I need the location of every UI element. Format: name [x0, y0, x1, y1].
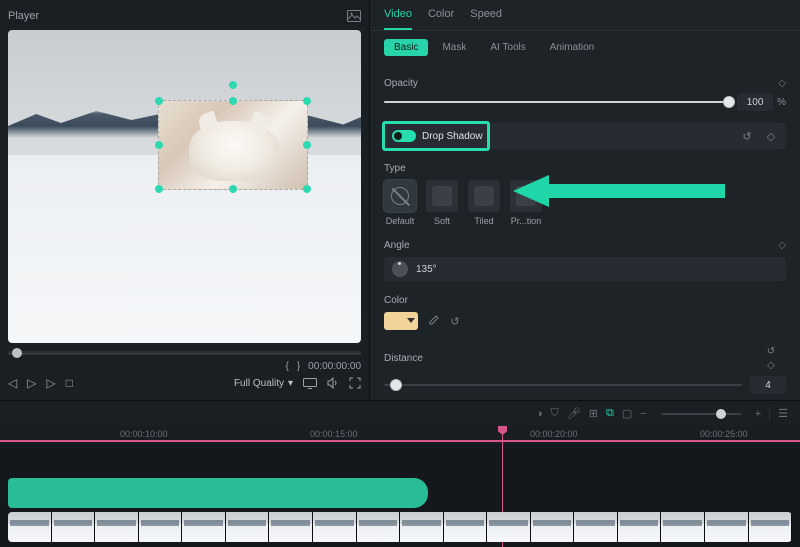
tab-video[interactable]: Video — [384, 8, 412, 30]
tick-label: 00:00:25:00 — [700, 429, 748, 439]
shadow-color-swatch[interactable] — [384, 312, 418, 330]
shield-icon[interactable]: ⛉ — [551, 407, 559, 420]
clip-selection[interactable] — [158, 100, 308, 190]
distance-value[interactable]: 4 — [750, 376, 786, 394]
keyframe-icon[interactable]: ◇ — [764, 358, 778, 372]
resize-handle-tm[interactable] — [229, 97, 237, 105]
quality-select[interactable]: Full Quality ▾ — [234, 378, 293, 389]
subtab-mask[interactable]: Mask — [432, 39, 476, 56]
distance-label: Distance — [384, 353, 423, 364]
resize-handle-bl[interactable] — [155, 185, 163, 193]
opacity-slider-thumb[interactable] — [723, 96, 735, 108]
shadow-type-tiled[interactable]: Tiled — [468, 180, 500, 226]
resize-handle-tr[interactable] — [303, 97, 311, 105]
properties-panel: Video Color Speed Basic Mask AI Tools An… — [370, 0, 800, 400]
zoom-out-icon[interactable]: − — [640, 408, 646, 420]
snap-icon[interactable]: ▢ — [622, 407, 632, 420]
zoom-in-icon[interactable]: + — [755, 408, 761, 420]
keyframe-icon[interactable]: ◇ — [778, 78, 786, 89]
drop-shadow-section: Drop Shadow ↺ ◇ — [384, 123, 786, 149]
angle-dial[interactable] — [392, 261, 408, 277]
tab-color[interactable]: Color — [428, 8, 454, 30]
tick-label: 00:00:20:00 — [530, 429, 578, 439]
reset-icon[interactable]: ↺ — [764, 344, 778, 358]
player-panel: Player — [0, 0, 370, 400]
quality-label: Full Quality — [234, 378, 284, 389]
link-icon[interactable]: ⧉ — [606, 407, 614, 420]
player-timecode: 00:00:00:00 — [308, 361, 361, 372]
fullscreen-icon[interactable] — [349, 377, 361, 389]
distance-slider-thumb[interactable] — [390, 379, 402, 391]
mic-icon[interactable]: 🎤︎ — [567, 407, 581, 420]
marker-icon[interactable]: ◑ — [536, 408, 543, 420]
resize-handle-bm[interactable] — [229, 185, 237, 193]
shadow-type-projection[interactable]: Pr...tion — [510, 180, 542, 226]
reset-icon[interactable]: ↺ — [740, 129, 754, 143]
bracket-l-icon[interactable]: { — [285, 361, 288, 372]
eyedropper-icon[interactable] — [426, 314, 440, 328]
adjust-icon[interactable]: ⊞ — [589, 407, 598, 420]
drop-shadow-toggle[interactable] — [392, 130, 416, 142]
type-label: Type — [384, 163, 406, 174]
type-soft-label: Soft — [426, 216, 458, 226]
play-button[interactable]: ▷ — [27, 376, 36, 390]
shadow-type-soft[interactable]: Soft — [426, 180, 458, 226]
timeline-toolbar: ◑ ⛉ 🎤︎ ⊞ ⧉ ▢ − + ☰ — [0, 400, 800, 426]
distance-slider[interactable] — [384, 384, 742, 386]
timeline[interactable]: 00:00:10:00 00:00:15:00 00:00:20:00 00:0… — [0, 426, 800, 547]
resize-handle-mr[interactable] — [303, 141, 311, 149]
distance-kf-row: ↺ ◇ — [764, 344, 786, 372]
player-title: Player — [8, 10, 39, 22]
opacity-slider[interactable] — [384, 101, 729, 103]
subtab-ai-tools[interactable]: AI Tools — [480, 39, 535, 56]
bracket-r-icon[interactable]: } — [297, 361, 300, 372]
opacity-unit: % — [777, 97, 786, 108]
display-icon[interactable] — [303, 378, 317, 389]
type-default-label: Default — [384, 216, 416, 226]
clip-overlay-track[interactable] — [8, 478, 428, 508]
keyframe-icon[interactable]: ◇ — [778, 240, 786, 251]
angle-label: Angle — [384, 240, 410, 251]
type-proj-label: Pr...tion — [510, 216, 542, 226]
reset-icon[interactable]: ↺ — [448, 314, 462, 328]
playhead-line — [0, 440, 800, 442]
resize-handle-tl[interactable] — [155, 97, 163, 105]
tab-speed[interactable]: Speed — [470, 8, 502, 30]
clip-main-track[interactable] — [8, 512, 792, 542]
angle-input[interactable]: 135° — [384, 257, 786, 281]
type-tiled-label: Tiled — [468, 216, 500, 226]
next-frame-button[interactable]: ▷ — [46, 376, 55, 390]
player-viewport[interactable] — [8, 30, 361, 343]
speaker-icon[interactable] — [327, 377, 339, 389]
prev-frame-button[interactable]: ◁ — [8, 376, 17, 390]
opacity-label: Opacity — [384, 78, 418, 89]
angle-value: 135° — [416, 264, 437, 275]
rotate-handle[interactable] — [229, 81, 237, 89]
tick-label: 00:00:15:00 — [310, 429, 358, 439]
tick-label: 00:00:10:00 — [120, 429, 168, 439]
color-label: Color — [384, 295, 408, 306]
player-progress-thumb[interactable] — [12, 348, 22, 358]
zoom-slider[interactable] — [661, 413, 741, 415]
chevron-down-icon: ▾ — [288, 378, 293, 389]
timeline-ruler[interactable]: 00:00:10:00 00:00:15:00 00:00:20:00 00:0… — [0, 426, 800, 444]
subtab-animation[interactable]: Animation — [540, 39, 604, 56]
resize-handle-ml[interactable] — [155, 141, 163, 149]
player-progress[interactable] — [8, 351, 361, 355]
stop-button[interactable]: □ — [66, 376, 73, 390]
opacity-value[interactable]: 100 — [737, 93, 773, 111]
keyframe-icon[interactable]: ◇ — [764, 129, 778, 143]
zoom-slider-thumb[interactable] — [716, 409, 726, 419]
list-view-icon[interactable]: ☰ — [778, 407, 788, 420]
snapshot-icon[interactable] — [347, 10, 361, 22]
shadow-type-default[interactable]: Default — [384, 180, 416, 226]
subtab-basic[interactable]: Basic — [384, 39, 428, 56]
resize-handle-br[interactable] — [303, 185, 311, 193]
drop-shadow-label: Drop Shadow — [422, 131, 740, 142]
